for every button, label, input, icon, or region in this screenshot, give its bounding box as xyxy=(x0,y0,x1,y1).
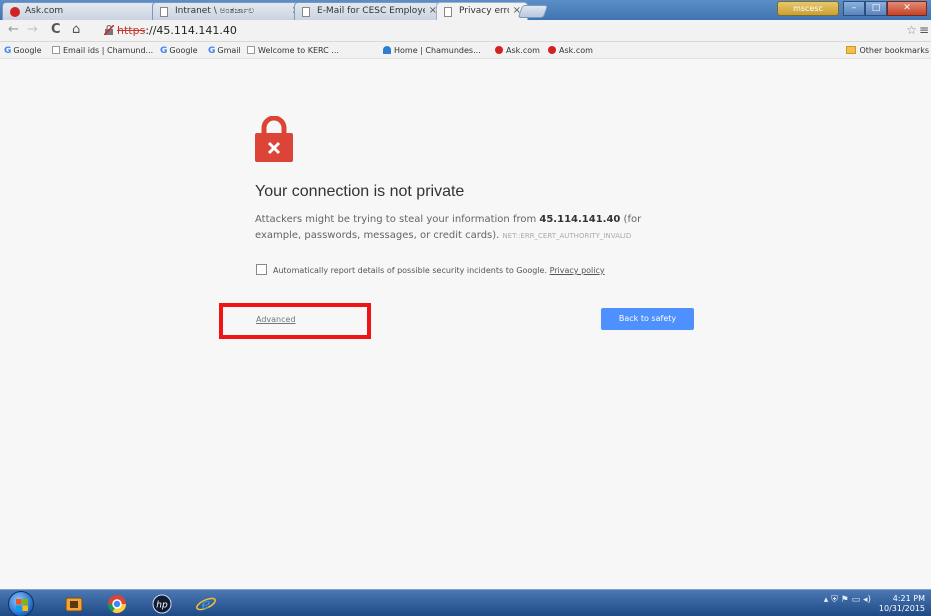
bookmark-label: Gmail xyxy=(217,46,241,55)
bookmark-item[interactable]: Ask.com xyxy=(548,46,593,55)
bookmark-label: Ask.com xyxy=(506,46,540,55)
bookmark-label: Welcome to KERC ... xyxy=(258,46,339,55)
reload-icon[interactable]: C xyxy=(51,23,61,37)
page-icon xyxy=(160,7,168,17)
tab-label: Intranet \ ಅಂತರ್ಜಾಲ xyxy=(175,6,255,16)
forward-arrow-icon[interactable]: → xyxy=(27,23,38,37)
minimize-button[interactable]: – xyxy=(843,1,865,16)
bookmark-item[interactable]: Ask.com xyxy=(495,46,540,55)
bookmark-star-icon[interactable]: ☆ xyxy=(906,23,917,37)
bookmark-label: Email ids | Chamund... xyxy=(63,46,154,55)
tab-label: Ask.com xyxy=(25,6,64,16)
windows-explorer-icon[interactable] xyxy=(63,594,85,614)
browser-toolbar: ← → C ⌂ https://45.114.141.40 ☆ ≡ xyxy=(0,20,931,42)
window-controls: mscesc – □ ✕ xyxy=(777,1,927,17)
address-bar[interactable]: https://45.114.141.40 xyxy=(104,23,914,38)
back-to-safety-button[interactable]: Back to safety xyxy=(601,308,694,330)
tab-privacy-error[interactable]: Privacy error × xyxy=(436,2,528,20)
folder-icon xyxy=(846,46,857,54)
google-icon: G xyxy=(208,46,216,56)
tab-label: Privacy error xyxy=(459,6,509,16)
chrome-icon[interactable] xyxy=(106,594,128,614)
error-host: 45.114.141.40 xyxy=(539,214,621,225)
profile-button[interactable]: mscesc xyxy=(777,1,839,16)
browser-title-bar: Ask.com × Intranet \ ಅಂತರ್ಜಾಲ × E-Mail f… xyxy=(0,0,931,20)
google-icon: G xyxy=(160,46,168,56)
clock-time: 4:21 PM xyxy=(892,594,925,603)
maximize-button[interactable]: □ xyxy=(865,1,887,16)
highlight-annotation-box xyxy=(219,303,371,339)
svg-text:hp: hp xyxy=(156,601,168,611)
bookmark-item[interactable]: Email ids | Chamund... xyxy=(52,46,153,55)
back-arrow-icon[interactable]: ← xyxy=(8,23,19,37)
page-icon xyxy=(302,7,310,17)
chrome-menu-icon[interactable]: ≡ xyxy=(919,23,929,37)
bookmark-item[interactable]: Welcome to KERC ... xyxy=(247,46,339,55)
url-scheme: https xyxy=(117,24,146,37)
close-window-button[interactable]: ✕ xyxy=(887,1,927,16)
report-label: Automatically report details of possible… xyxy=(273,266,548,275)
bookmark-label: Google xyxy=(13,46,42,55)
page-icon xyxy=(247,46,255,54)
privacy-error-page: Your connection is not private Attackers… xyxy=(0,59,931,589)
error-code: NET::ERR_CERT_AUTHORITY_INVALID xyxy=(502,232,632,240)
other-bookmarks-folder[interactable]: Other bookmarks xyxy=(846,46,929,55)
bookmark-item[interactable]: G Gmail xyxy=(208,46,241,56)
red-lock-icon xyxy=(255,116,293,162)
new-tab-button[interactable] xyxy=(517,5,549,18)
bookmark-item[interactable]: G Google xyxy=(4,46,42,56)
page-icon xyxy=(52,46,60,54)
google-icon: G xyxy=(4,46,12,56)
page-icon xyxy=(444,7,452,17)
tab-intranet[interactable]: Intranet \ ಅಂತರ್ಜಾಲ × xyxy=(152,2,307,20)
other-bookmarks-label: Other bookmarks xyxy=(859,46,929,55)
privacy-policy-link[interactable]: Privacy policy xyxy=(550,266,605,275)
error-description: Attackers might be trying to steal your … xyxy=(255,212,685,244)
ask-logo-icon xyxy=(548,46,556,54)
windows-taskbar: hp e ▴ ⛨ ⚑ ▭ ◂) 4:21 PM 10/31/2015 xyxy=(0,589,931,616)
tab-label: E-Mail for CESC Employee xyxy=(317,6,425,16)
ask-logo-icon xyxy=(495,46,503,54)
clock-date: 10/31/2015 xyxy=(878,604,925,613)
windows-logo-icon xyxy=(16,599,28,611)
bookmark-label: Ask.com xyxy=(559,46,593,55)
hp-icon[interactable]: hp xyxy=(151,594,173,614)
report-option: Automatically report details of possible… xyxy=(256,264,605,275)
start-button[interactable] xyxy=(8,591,34,616)
ask-logo-icon xyxy=(10,7,20,17)
internet-explorer-icon[interactable]: e xyxy=(195,594,217,614)
svg-text:e: e xyxy=(202,595,211,613)
system-tray-icons[interactable]: ▴ ⛨ ⚑ ▭ ◂) xyxy=(824,595,871,605)
report-checkbox[interactable] xyxy=(256,264,267,275)
bookmark-item[interactable]: G Google xyxy=(160,46,198,56)
home-icon[interactable]: ⌂ xyxy=(72,23,80,37)
bookmark-label: Home | Chamundes... xyxy=(394,46,481,55)
bookmarks-bar: G Google Email ids | Chamund... G Google G… xyxy=(0,42,931,59)
bookmark-label: Google xyxy=(169,46,198,55)
tab-email[interactable]: E-Mail for CESC Employee × xyxy=(294,2,444,20)
home-icon xyxy=(383,46,391,54)
broken-lock-icon[interactable] xyxy=(104,25,114,35)
bookmark-item[interactable]: Home | Chamundes... xyxy=(383,46,481,55)
error-text-part: Attackers might be trying to steal your … xyxy=(255,214,540,225)
error-heading: Your connection is not private xyxy=(255,183,465,200)
url-host: ://45.114.141.40 xyxy=(145,24,237,37)
